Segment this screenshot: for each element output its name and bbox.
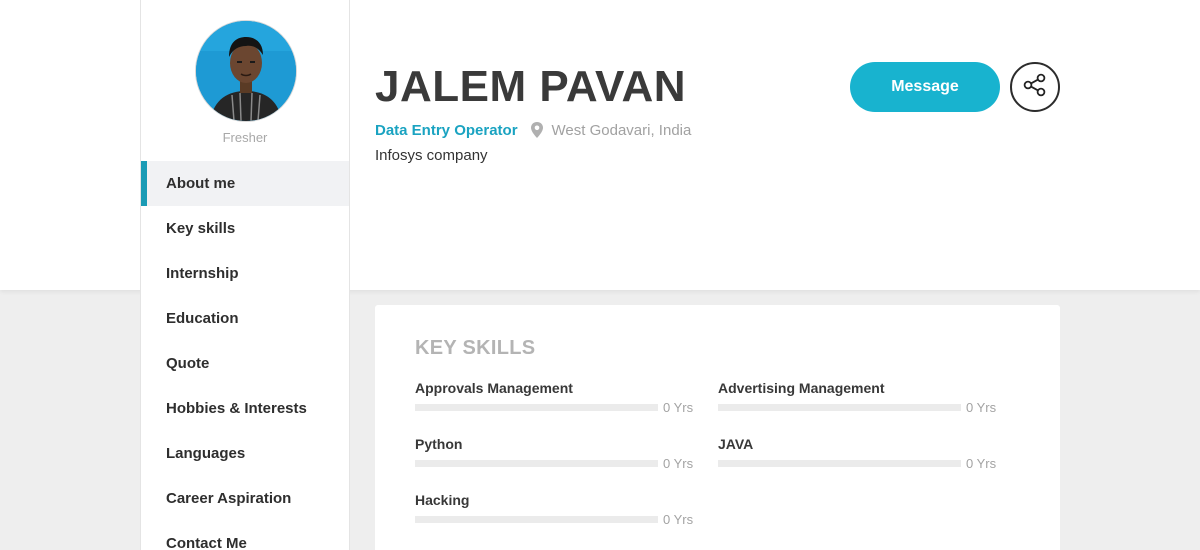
skill-progress-bar (718, 404, 961, 411)
sidebar: Fresher About me Key skills Internship E… (140, 0, 350, 550)
skill-years: 0 Yrs (663, 456, 694, 471)
skill-item: Hacking 0 Yrs (415, 492, 695, 542)
skill-item: Python 0 Yrs (415, 436, 695, 486)
avatar (195, 20, 297, 122)
skill-years: 0 Yrs (966, 456, 997, 471)
sidebar-item-contact-me[interactable]: Contact Me (141, 521, 349, 550)
skill-name: Approvals Management (415, 380, 573, 396)
share-button[interactable] (1010, 62, 1060, 112)
sidebar-item-internship[interactable]: Internship (141, 251, 349, 296)
sidebar-item-about-me[interactable]: About me (141, 161, 349, 206)
sidebar-item-languages[interactable]: Languages (141, 431, 349, 476)
skill-name: Hacking (415, 492, 470, 508)
sidebar-item-quote[interactable]: Quote (141, 341, 349, 386)
profile-company: Infosys company (375, 147, 488, 164)
skill-years: 0 Yrs (663, 400, 694, 415)
skill-years: 0 Yrs (663, 512, 694, 527)
skill-progress-bar (415, 516, 658, 523)
sidebar-item-hobbies-interests[interactable]: Hobbies & Interests (141, 386, 349, 431)
sidebar-item-career-aspiration[interactable]: Career Aspiration (141, 476, 349, 521)
skill-name: Python (415, 436, 463, 452)
key-skills-card: KEY SKILLS Approvals Management 0 Yrs Ad… (375, 305, 1060, 550)
skill-name: Advertising Management (718, 380, 885, 396)
skill-name: JAVA (718, 436, 754, 452)
sidebar-item-key-skills[interactable]: Key skills (141, 206, 349, 251)
career-status: Fresher (222, 130, 268, 145)
key-skills-title: KEY SKILLS (415, 337, 536, 359)
skill-progress-bar (718, 460, 961, 467)
skill-years: 0 Yrs (966, 400, 997, 415)
skill-progress-bar (415, 460, 658, 467)
sidebar-nav: About me Key skills Internship Education… (141, 161, 349, 550)
message-button[interactable]: Message (850, 62, 1000, 112)
share-icon (1022, 72, 1048, 103)
skill-item: JAVA 0 Yrs (718, 436, 998, 486)
location-pin-icon (530, 122, 544, 138)
profile-name: JALEM PAVAN (375, 62, 687, 111)
sidebar-item-education[interactable]: Education (141, 296, 349, 341)
skill-item: Advertising Management 0 Yrs (718, 380, 998, 430)
profile-role: Data Entry Operator (375, 121, 518, 139)
skill-item: Approvals Management 0 Yrs (415, 380, 695, 430)
profile-meta: Data Entry Operator West Godavari, India (375, 120, 691, 140)
profile-location: West Godavari, India (551, 121, 692, 139)
skill-progress-bar (415, 404, 658, 411)
avatar-photo (196, 21, 296, 121)
